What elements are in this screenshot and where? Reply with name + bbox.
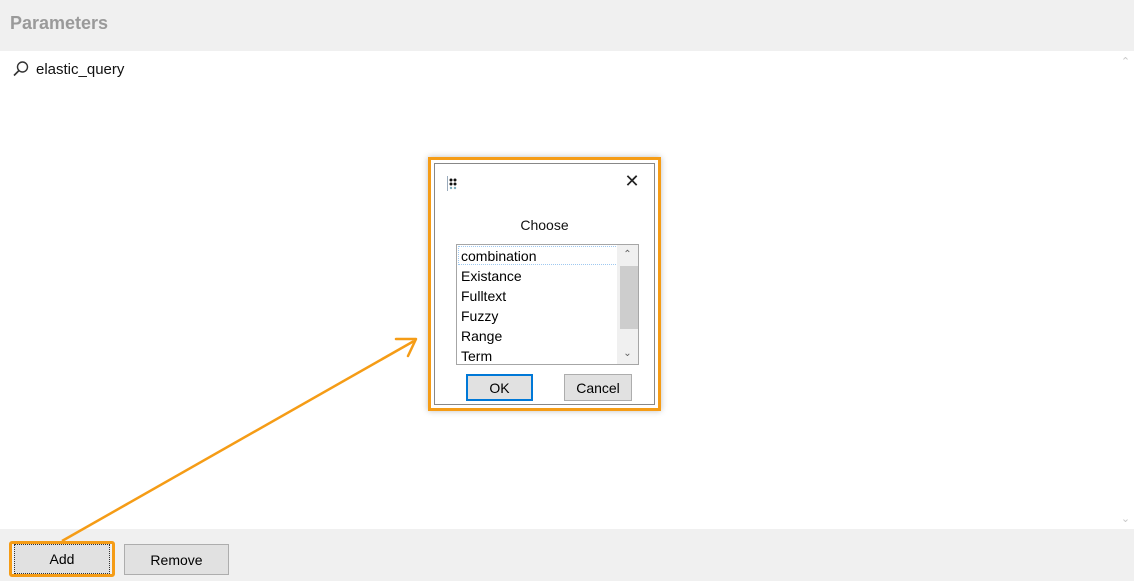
list-item-label: elastic_query <box>36 60 125 78</box>
add-button[interactable]: Add <box>14 544 110 574</box>
options-listbox[interactable]: combination Existance Fulltext Fuzzy Ran… <box>456 244 639 365</box>
choose-dialog: ✕ Choose combination Existance Fulltext … <box>434 163 655 405</box>
app-grid-icon <box>447 176 457 191</box>
list-item[interactable]: combination <box>461 246 537 266</box>
list-item[interactable]: Range <box>461 326 502 346</box>
close-icon[interactable]: ✕ <box>622 172 642 192</box>
list-item[interactable]: Fuzzy <box>461 306 498 326</box>
chevron-down-icon[interactable]: ⌄ <box>620 346 635 362</box>
vertical-scrollbar[interactable]: ⌃ ⌄ <box>1117 51 1134 529</box>
ok-button[interactable]: OK <box>466 374 533 401</box>
section-title: Parameters <box>10 13 109 33</box>
list-item[interactable]: elastic_query <box>12 59 124 79</box>
scrollbar-thumb[interactable] <box>620 266 638 329</box>
scroll-down-icon[interactable]: ⌄ <box>1119 512 1132 525</box>
list-item[interactable]: Fulltext <box>461 286 506 306</box>
scroll-up-icon[interactable]: ⌃ <box>1119 55 1132 68</box>
list-item[interactable]: Existance <box>461 266 522 286</box>
parameters-header: Parameters <box>0 0 1134 51</box>
choose-dialog-highlight: ✕ Choose combination Existance Fulltext … <box>428 157 661 411</box>
list-item[interactable]: Term <box>461 346 492 364</box>
remove-button[interactable]: Remove <box>124 544 229 575</box>
listbox-scrollbar[interactable]: ⌃ ⌄ <box>617 245 638 364</box>
chevron-up-icon[interactable]: ⌃ <box>620 247 635 263</box>
search-icon <box>13 61 29 77</box>
dialog-caption: Choose <box>520 217 569 233</box>
cancel-button[interactable]: Cancel <box>564 374 632 401</box>
